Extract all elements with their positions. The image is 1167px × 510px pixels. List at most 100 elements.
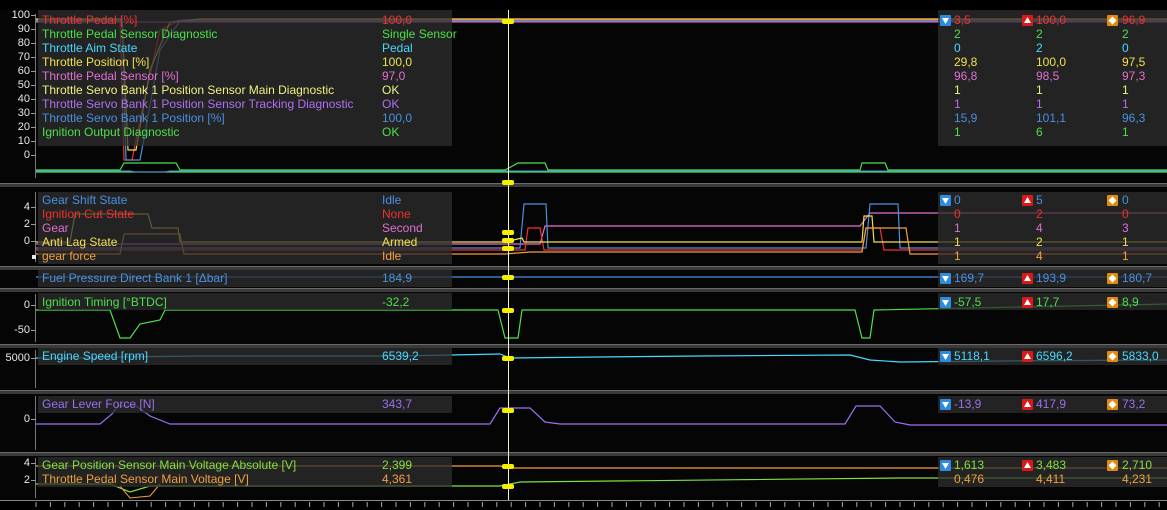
channel-max: 1 xyxy=(1036,83,1043,97)
cursor-value-marker xyxy=(502,180,514,185)
channel-label: Gear Lever Force [N] xyxy=(42,397,155,411)
gear-y-axis xyxy=(35,192,36,262)
channel-avg: 3 xyxy=(1122,221,1129,235)
channel-min: 96,8 xyxy=(954,69,978,83)
avg-stat-icon xyxy=(1107,273,1118,284)
channel-label: Gear xyxy=(42,221,69,235)
min-stat-icon xyxy=(940,460,951,471)
channel-min: 5118,1 xyxy=(954,349,990,363)
channel-label: Ignition Timing [°BTDC] xyxy=(42,295,167,309)
y-tick-mark xyxy=(31,57,36,58)
channel-max: 2 xyxy=(1036,207,1043,221)
channel-value: 2,399 xyxy=(382,458,413,472)
channel-label: Throttle Servo Bank 1 Position Sensor Ma… xyxy=(42,83,335,97)
channel-min: -57,5 xyxy=(954,295,982,309)
channel-avg: 73,2 xyxy=(1122,397,1146,411)
y-tick-mark xyxy=(31,330,36,331)
min-stat-icon xyxy=(940,399,951,410)
y-tick-label: 5000 xyxy=(5,352,30,364)
panel-divider[interactable] xyxy=(0,183,1167,187)
channel-value: 100,0 xyxy=(382,55,413,69)
time-axis-ticks xyxy=(35,502,1160,507)
channel-label: Throttle Pedal Sensor [%] xyxy=(42,69,179,83)
y-tick-mark xyxy=(31,463,36,464)
channel-min: 0,476 xyxy=(954,472,985,486)
channel-max: 6596,2 xyxy=(1036,349,1073,363)
channel-max: 1 xyxy=(1036,97,1043,111)
y-tick-mark xyxy=(31,358,36,359)
gear-panel[interactable]: 420 Gear Shift State Idle 0 5 0 Ignition Cut … xyxy=(0,188,1167,266)
selected-channel-marker-icon xyxy=(32,255,36,259)
avg-stat-icon xyxy=(1107,297,1118,308)
y-tick-label: 70 xyxy=(17,51,30,63)
cursor-value-marker xyxy=(502,408,514,413)
y-tick-mark xyxy=(31,29,36,30)
channel-max: 2 xyxy=(1036,41,1043,55)
channel-label: Throttle Servo Bank 1 Position Sensor Tr… xyxy=(42,97,354,111)
telemetry-window: { "colors": { "red": "#f03030", "green":… xyxy=(0,0,1167,510)
channel-value: 100,0 xyxy=(382,111,413,125)
ignition-y-axis xyxy=(35,294,36,342)
channel-label: Ignition Cut State xyxy=(42,207,135,221)
gear-stats-overlay xyxy=(938,192,1167,264)
channel-avg: 8,9 xyxy=(1122,295,1139,309)
y-tick-mark xyxy=(31,241,36,242)
max-stat-icon xyxy=(1022,273,1033,284)
throttle-panel[interactable]: 100 90 80 70 60 50 40 30 20 10 0 Throttle Pedal [%… xyxy=(0,10,1167,182)
channel-label: Gear Position Sensor Main Voltage Absolu… xyxy=(42,458,297,472)
channel-min: 29,8 xyxy=(954,55,978,69)
channel-avg: 97,3 xyxy=(1122,69,1146,83)
avg-stat-icon xyxy=(1107,351,1118,362)
y-tick-label: 10 xyxy=(17,135,30,147)
min-stat-icon xyxy=(940,297,951,308)
cursor-value-marker xyxy=(502,230,514,235)
channel-avg: 180,7 xyxy=(1122,271,1153,285)
channel-min: 1 xyxy=(954,125,961,139)
channel-min: 1 xyxy=(954,235,961,249)
y-tick-mark xyxy=(31,480,36,481)
y-tick-label: 2 xyxy=(23,474,30,486)
throttle-y-axis xyxy=(35,14,36,178)
y-tick-label: 50 xyxy=(17,79,30,91)
channel-min: 1,613 xyxy=(954,458,985,472)
channel-value: -32,2 xyxy=(382,295,410,309)
channel-max: 4 xyxy=(1036,249,1043,263)
min-stat-icon xyxy=(940,273,951,284)
cursor-value-marker xyxy=(502,484,514,489)
ignition-panel[interactable]: 0 -50 Ignition Timing [°BTDC] -32,2 -57,5 17… xyxy=(0,292,1167,344)
max-stat-icon xyxy=(1022,195,1033,206)
y-tick-mark xyxy=(31,419,36,420)
channel-avg: 2,710 xyxy=(1122,458,1153,472)
channel-avg: 96,3 xyxy=(1122,111,1146,125)
channel-avg: 96,9 xyxy=(1122,13,1146,27)
voltage-panel[interactable]: 4 2 Gear Position Sensor Main Voltage Abs… xyxy=(0,456,1167,500)
cursor-line[interactable] xyxy=(508,10,509,500)
fuel-panel[interactable]: Fuel Pressure Direct Bank 1 [Δbar] 184,9 1… xyxy=(0,270,1167,288)
channel-max: 6 xyxy=(1036,125,1043,139)
channel-avg: 4,231 xyxy=(1122,472,1153,486)
channel-value: 343,7 xyxy=(382,397,413,411)
y-tick-mark xyxy=(31,127,36,128)
channel-value: 6539,2 xyxy=(382,349,419,363)
min-stat-icon xyxy=(940,195,951,206)
cursor-value-marker xyxy=(502,238,514,243)
y-tick-mark xyxy=(31,207,36,208)
channel-avg: 1 xyxy=(1122,83,1129,97)
channel-max: 101,1 xyxy=(1036,111,1067,125)
cursor-value-marker xyxy=(502,246,514,251)
lever-panel[interactable]: 0 Gear Lever Force [N] 343,7 -13,9 417,9 73,… xyxy=(0,394,1167,452)
y-tick-label: 0 xyxy=(23,235,30,247)
y-tick-label: 0 xyxy=(23,413,30,425)
channel-label: Throttle Pedal [%] xyxy=(42,13,138,27)
channel-max: 5 xyxy=(1036,193,1043,207)
y-tick-mark xyxy=(31,305,36,306)
channel-min: 2 xyxy=(954,27,961,41)
y-tick-label: 2 xyxy=(23,218,30,230)
y-tick-label: 40 xyxy=(17,93,30,105)
engine-panel[interactable]: 5000 Engine Speed [rpm] 6539,2 5118,1 6596,… xyxy=(0,348,1167,390)
y-tick-mark xyxy=(31,43,36,44)
channel-label: Throttle Pedal Sensor Diagnostic xyxy=(42,27,218,41)
channel-min: 0 xyxy=(954,41,961,55)
cursor-value-marker xyxy=(502,19,514,24)
channel-min: 1 xyxy=(954,83,961,97)
